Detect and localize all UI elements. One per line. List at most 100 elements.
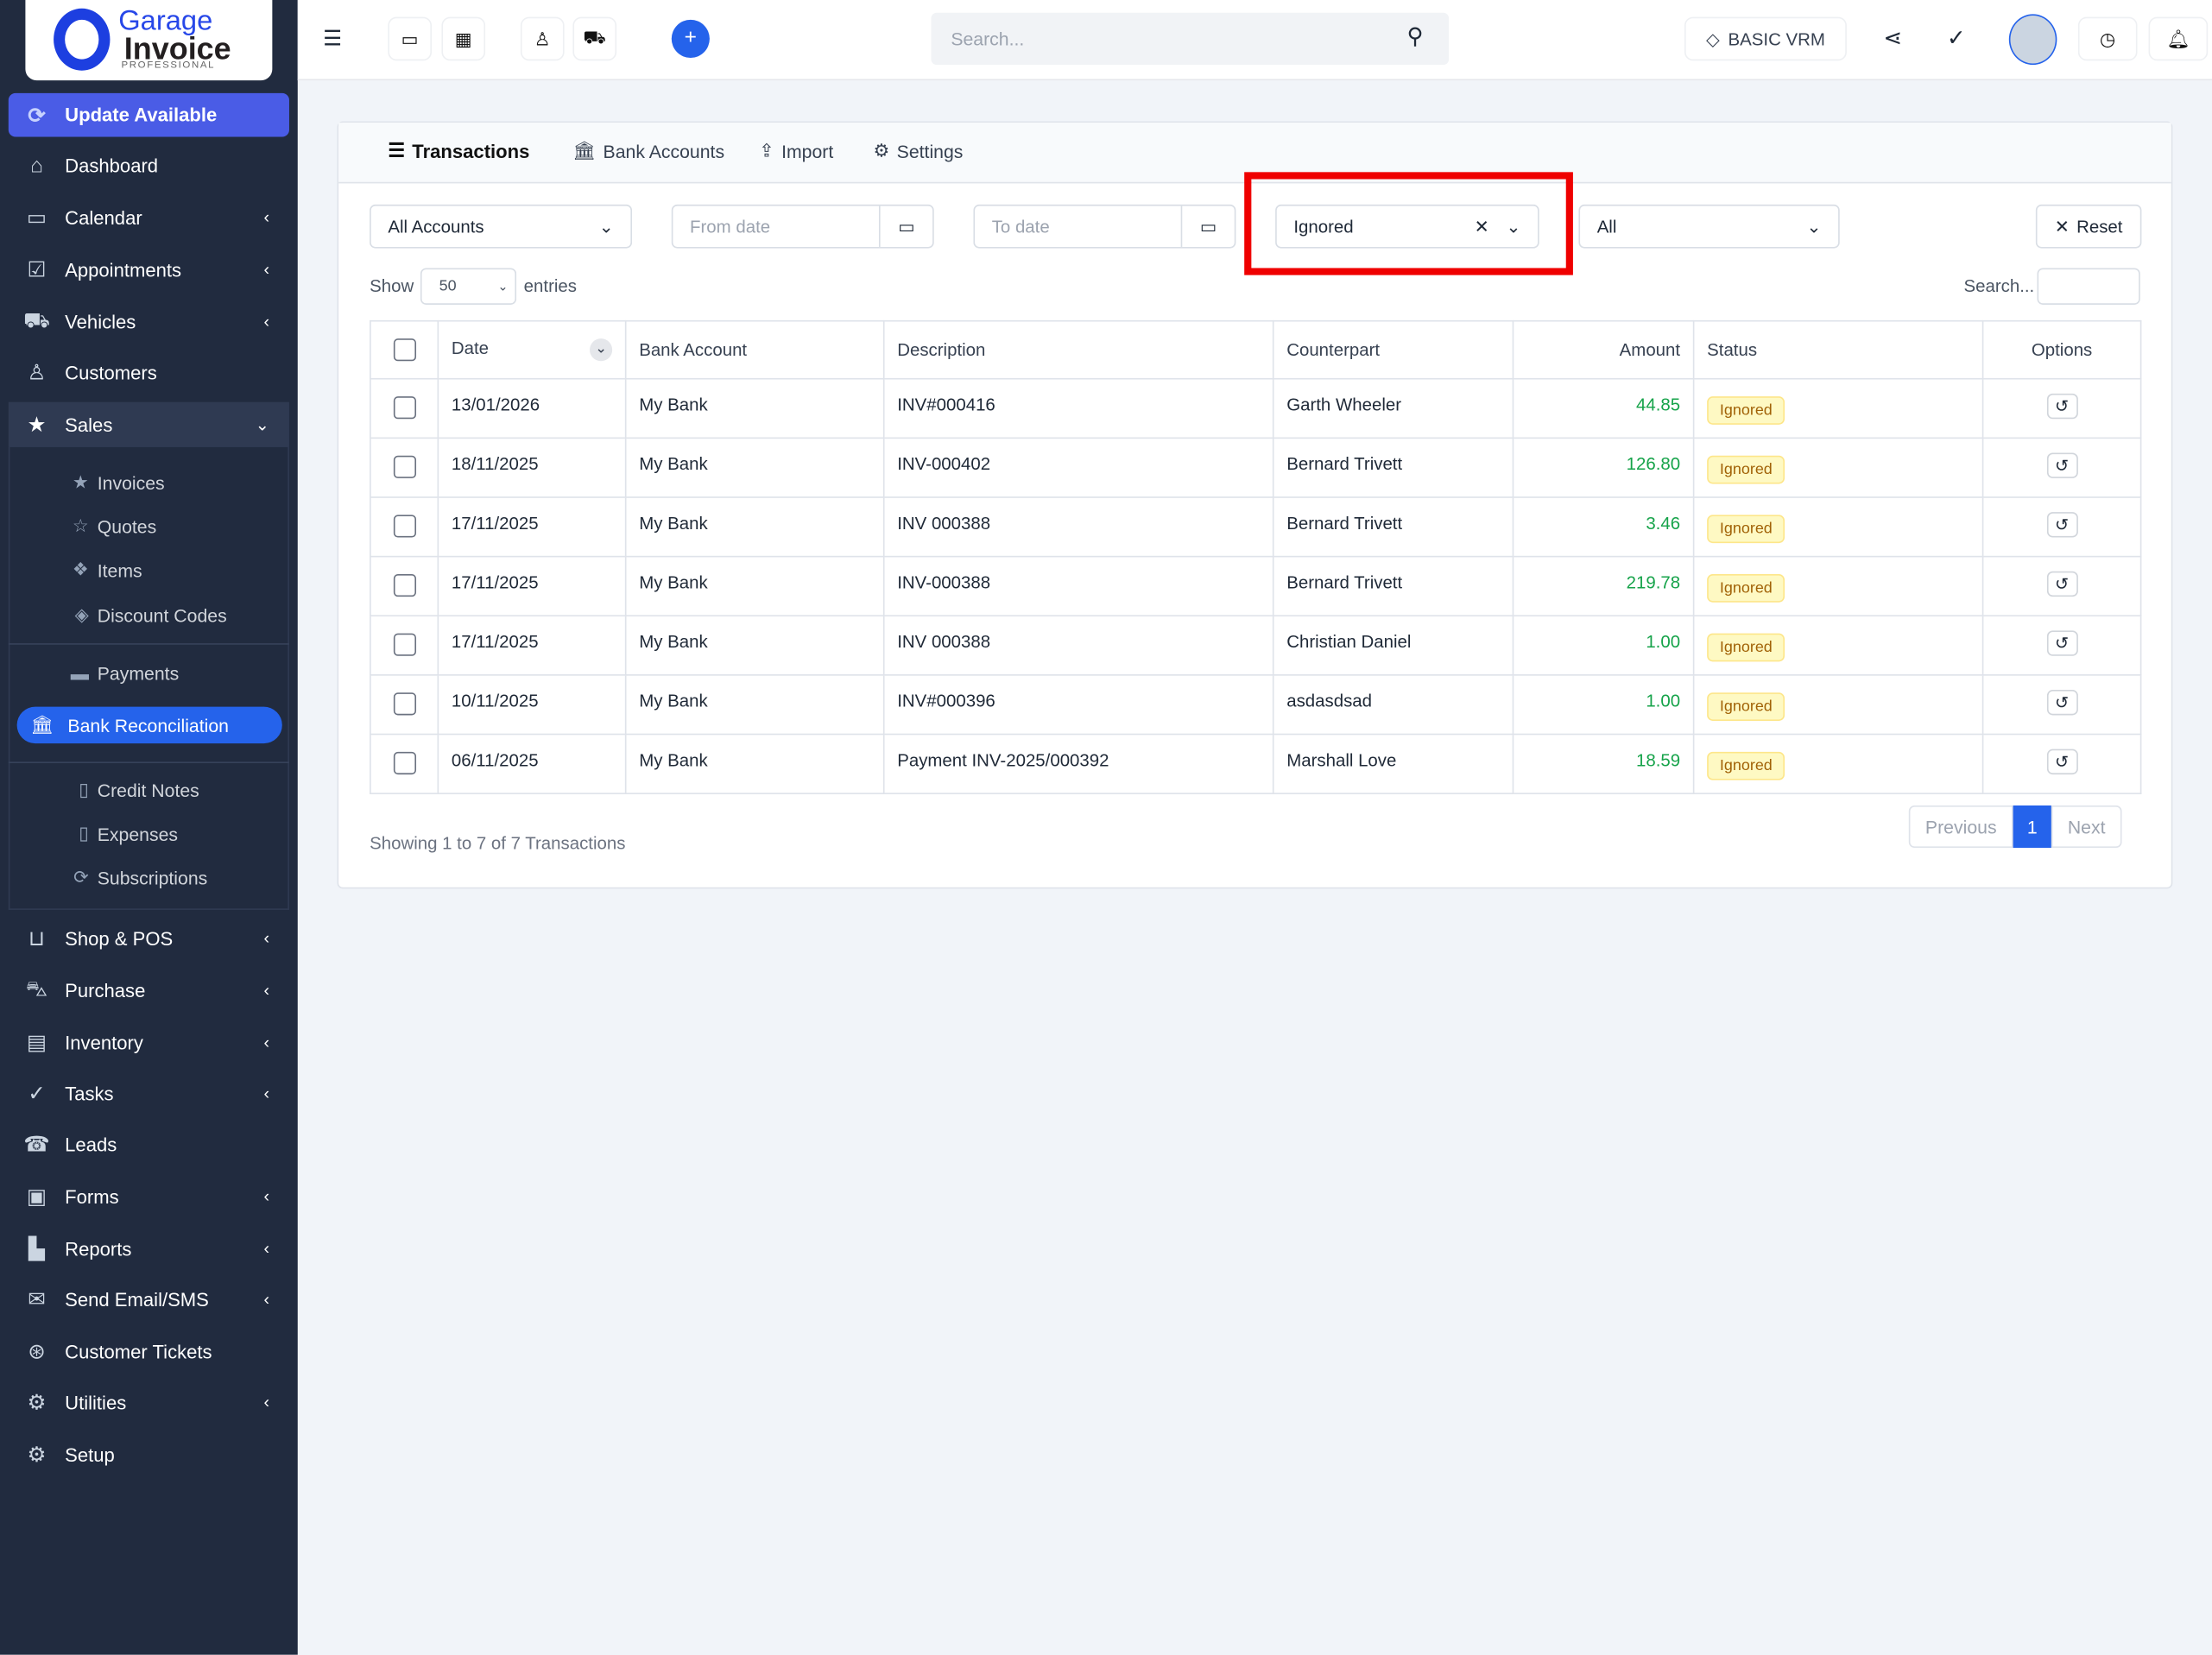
account-select[interactable]: All Accounts ⌄ [370, 204, 633, 249]
logo[interactable]: Garage Invoice PROFESSIONAL [25, 0, 273, 81]
sidebar-item-subscriptions[interactable]: ⟳ Subscriptions [9, 857, 289, 897]
undo-icon[interactable]: ↺ [2046, 452, 2078, 478]
description-cell: INV#000396 [882, 674, 1274, 736]
undo-icon[interactable]: ↺ [2046, 749, 2078, 775]
clock-button[interactable]: ◷ [2077, 16, 2138, 61]
search-icon[interactable]: ⚲ [1407, 22, 1424, 51]
sidebar-item-leads[interactable]: ☎ Leads [9, 1123, 289, 1165]
sidebar-item-items[interactable]: ❖ Items [9, 550, 289, 590]
share-icon[interactable]: ⋖ [1883, 24, 1902, 53]
car-icon: ⛟ [23, 308, 50, 332]
undo-icon[interactable]: ↺ [2046, 690, 2078, 716]
label: Reports [65, 1237, 132, 1260]
undo-icon[interactable]: ↺ [2046, 512, 2078, 538]
previous-button[interactable]: Previous [1908, 805, 2013, 849]
label: Ignored [1293, 216, 1354, 237]
options-cell: ↺ [1981, 377, 2142, 439]
select-all-checkbox[interactable] [393, 338, 416, 362]
sidebar-item-quotes[interactable]: ☆ Quotes [9, 507, 289, 546]
sidebar-item-reports[interactable]: ▙ Reports ‹ [9, 1228, 289, 1270]
undo-icon[interactable]: ↺ [2046, 393, 2078, 420]
update-available-button[interactable]: ⟳ Update Available [8, 92, 289, 137]
row-checkbox[interactable] [393, 396, 416, 420]
avatar[interactable] [2008, 14, 2057, 66]
chevron-down-icon: ⌄ [497, 278, 509, 294]
label: Tasks [65, 1083, 114, 1104]
sidebar-item-sales[interactable]: ★ Sales ⌄ [8, 401, 289, 447]
sidebar-item-calendar[interactable]: ▭ Calendar ‹ [9, 196, 289, 238]
label: Discount Codes [97, 604, 227, 626]
reset-button[interactable]: ✕ Reset [2035, 204, 2142, 249]
vehicle-button[interactable]: ⛟ [572, 16, 617, 61]
row-checkbox[interactable] [393, 633, 416, 656]
row-checkbox[interactable] [393, 692, 416, 716]
column-header[interactable]: Counterpart [1272, 319, 1514, 380]
sidebar-item-vehicles[interactable]: ⛟ Vehicles ‹ [9, 300, 289, 343]
search-input[interactable]: Search... [951, 28, 1024, 50]
form-icon: ▣ [26, 1184, 47, 1210]
customer-button[interactable]: ♙ [520, 16, 565, 61]
status-cell: Ignored [1692, 555, 1984, 617]
from-date-input[interactable]: From date ▭ [671, 204, 934, 249]
row-checkbox[interactable] [393, 455, 416, 478]
sidebar-item-forms[interactable]: ▣ Forms ‹ [9, 1175, 289, 1217]
calendar-icon[interactable]: ▭ [1180, 205, 1235, 247]
label: Send Email/SMS [65, 1288, 209, 1311]
plan-badge[interactable]: ◇ BASIC VRM [1684, 16, 1847, 61]
column-header[interactable]: Date ⌄ [437, 319, 627, 380]
sidebar-item-payments[interactable]: ▬ Payments [9, 654, 289, 693]
sidebar-item-tasks[interactable]: ✓ Tasks ‹ [9, 1072, 289, 1115]
row-checkbox[interactable] [393, 751, 416, 775]
sidebar-item-dashboard[interactable]: ⌂ Dashboard [9, 144, 289, 186]
sidebar-item-inventory[interactable]: ▤ Inventory ‹ [9, 1021, 289, 1064]
tab-transactions[interactable]: ☰ Transactions [388, 140, 529, 162]
undo-icon[interactable]: ↺ [2046, 571, 2078, 597]
column-header[interactable]: Bank Account [624, 319, 885, 380]
page-1-button[interactable]: 1 [2013, 805, 2051, 849]
tags-icon: ◈ [74, 603, 89, 625]
sidebar-item-invoices[interactable]: ★ Invoices [9, 463, 289, 502]
sort-icon[interactable]: ⌄ [590, 338, 613, 362]
tab-import[interactable]: ⇪ Import [759, 140, 833, 162]
calendar-icon[interactable]: ▭ [878, 205, 932, 247]
sidebar-item-utilities[interactable]: ⚙ Utilities ‹ [9, 1381, 289, 1424]
table-row: 17/11/2025 My Bank INV 000388 Bernard Trive… [370, 496, 2142, 558]
menu-toggle-icon[interactable]: ☰ [323, 25, 342, 51]
search-box[interactable]: Search... ⚲ [931, 12, 1450, 66]
label: All [1596, 216, 1617, 237]
bell-button[interactable]: 🔔︎ [2148, 16, 2209, 61]
date-cell: 13/01/2026 [437, 377, 627, 439]
calendar-grid-button[interactable]: ▦ [441, 16, 486, 61]
clear-icon[interactable]: ✕ [1475, 216, 1489, 237]
row-checkbox[interactable] [393, 515, 416, 538]
check-icon[interactable]: ✓ [1947, 24, 1966, 53]
label: Credit Notes [97, 779, 199, 801]
column-header[interactable]: Amount [1512, 319, 1695, 380]
sidebar-item-bank-reconciliation[interactable]: 🏛 Bank Reconciliation [16, 706, 282, 744]
to-date-input[interactable]: To date ▭ [973, 204, 1236, 249]
sidebar-item-customers[interactable]: ♙ Customers [9, 351, 289, 394]
row-checkbox[interactable] [393, 574, 416, 597]
sidebar-item-appointments[interactable]: ☑ Appointments ‹ [9, 249, 289, 291]
tab-settings[interactable]: ⚙ Settings [873, 140, 963, 162]
add-button[interactable]: + [671, 19, 710, 58]
sidebar-item-purchase[interactable]: ⛍ Purchase ‹ [9, 970, 289, 1012]
sidebar-item-discount-codes[interactable]: ◈ Discount Codes [9, 596, 289, 635]
sidebar-item-customer-tickets[interactable]: ⊛ Customer Tickets [9, 1330, 289, 1373]
sidebar-item-setup[interactable]: ⚙ Setup [9, 1433, 289, 1475]
sidebar-item-send-email-sms[interactable]: ✉ Send Email/SMS ‹ [9, 1278, 289, 1320]
sidebar-item-credit-notes[interactable]: ▯ Credit Notes [9, 770, 289, 810]
undo-icon[interactable]: ↺ [2046, 630, 2078, 656]
column-header[interactable]: Options [1981, 319, 2142, 380]
tab-bank-accounts[interactable]: 🏛 Bank Accounts [572, 140, 724, 162]
entries-select[interactable]: 50 ⌄ [420, 268, 517, 305]
sidebar-item-expenses[interactable]: ▯ Expenses [9, 814, 289, 854]
next-button[interactable]: Next [2051, 805, 2122, 849]
column-header[interactable]: Status [1692, 319, 1984, 380]
column-header[interactable]: Description [882, 319, 1274, 380]
table-search-input[interactable] [2037, 268, 2140, 305]
sidebar-item-shop-pos[interactable]: ⊔ Shop & POS ‹ [9, 917, 289, 959]
calendar-button[interactable]: ▭ [388, 16, 433, 61]
type-select[interactable]: All ⌄ [1578, 204, 1840, 249]
status-select[interactable]: Ignored ✕ ⌄ [1275, 204, 1539, 249]
